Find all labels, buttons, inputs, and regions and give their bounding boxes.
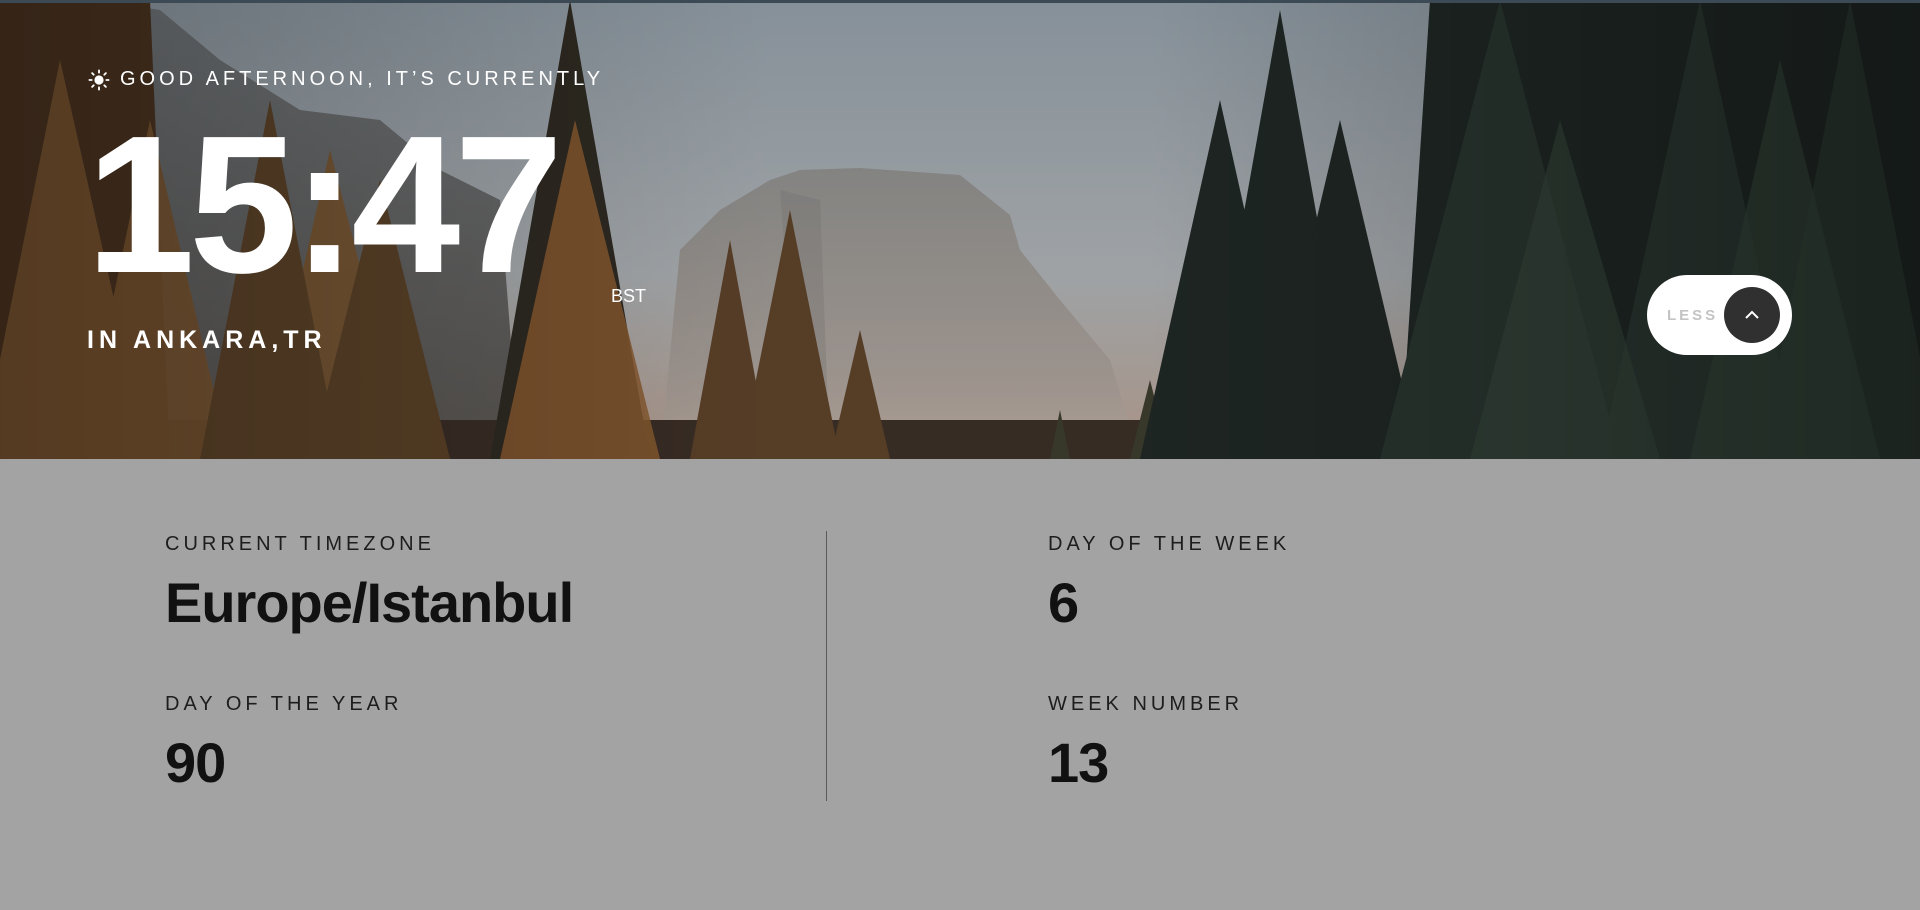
timezone-abbreviation: BST: [611, 286, 647, 306]
current-time: 15:47: [86, 95, 563, 314]
location: IN ANKARA,TR: [87, 326, 327, 354]
day-of-year-block: DAY OF THE YEAR 90: [165, 693, 402, 795]
column-divider: [826, 531, 827, 801]
day-of-week-block: DAY OF THE WEEK 6: [1048, 533, 1290, 635]
day-of-year-label: DAY OF THE YEAR: [165, 693, 403, 715]
day-of-year-value: 90: [165, 731, 226, 794]
toggle-label: LESS: [1667, 306, 1719, 324]
current-timezone-label: CURRENT TIMEZONE: [165, 533, 435, 555]
day-of-week-value: 6: [1048, 571, 1079, 634]
day-of-week-label: DAY OF THE WEEK: [1048, 533, 1291, 555]
greeting-text: GOOD AFTERNOON, IT’S CURRENTLY: [120, 68, 605, 90]
top-border: [0, 0, 1920, 3]
week-number-value: 13: [1048, 731, 1109, 794]
toggle-knob[interactable]: [1724, 287, 1780, 343]
week-number-block: WEEK NUMBER 13: [1048, 693, 1243, 795]
greeting: GOOD AFTERNOON, IT’S CURRENTLY: [88, 68, 604, 91]
sun-icon: [88, 68, 110, 91]
current-timezone-value: Europe/Istanbul: [165, 571, 574, 634]
less-toggle-button[interactable]: LESS: [1647, 275, 1792, 355]
current-timezone-block: CURRENT TIMEZONE Europe/Istanbul: [165, 533, 574, 635]
chevron-up-icon: [1745, 310, 1759, 319]
week-number-label: WEEK NUMBER: [1048, 693, 1244, 715]
details-panel: CURRENT TIMEZONE Europe/Istanbul DAY OF …: [0, 459, 1920, 910]
hero-background: GOOD AFTERNOON, IT’S CURRENTLY 15:47 BST…: [0, 0, 1920, 459]
